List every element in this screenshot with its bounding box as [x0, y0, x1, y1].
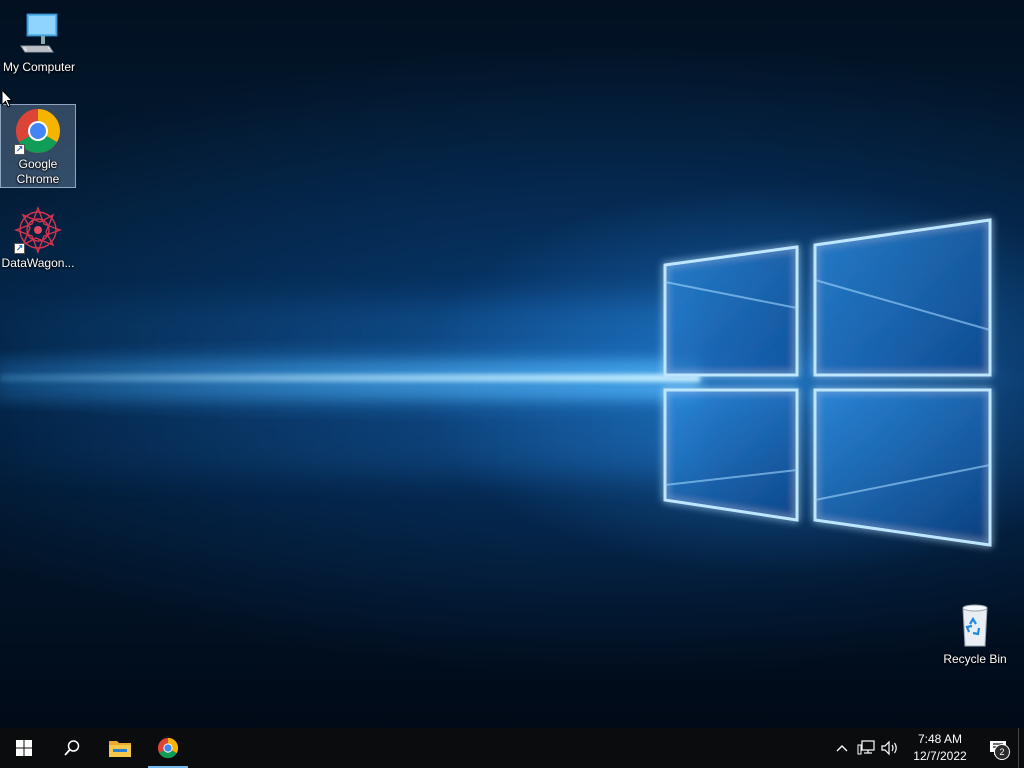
file-explorer-button[interactable] [96, 728, 144, 768]
notification-count-badge: 2 [994, 744, 1010, 760]
chrome-icon: ↗ [14, 107, 62, 155]
desktop-icon-label: My Computer [2, 60, 76, 74]
system-tray: 7:48 AM 12/7/2022 2 [830, 728, 1024, 768]
chevron-up-icon[interactable] [830, 728, 854, 768]
taskbar-clock[interactable]: 7:48 AM 12/7/2022 [902, 731, 978, 765]
desktop-icon-datawagon[interactable]: ↗ DataWagon... [0, 204, 76, 271]
datawagon-icon: ↗ [14, 206, 62, 254]
show-desktop-button[interactable] [1018, 728, 1024, 768]
clock-date: 12/7/2022 [913, 749, 967, 763]
desktop-wallpaper: My Computer ↗ Google Chrome ↗ DataWagon.… [0, 0, 1024, 728]
desktop-icon-label: Recycle Bin [943, 652, 1007, 666]
light-beam [0, 374, 700, 382]
desktop-icon-my-computer[interactable]: My Computer [1, 8, 77, 75]
search-icon [64, 740, 80, 756]
light-beam [0, 300, 700, 370]
desktop-icon-recycle-bin[interactable]: Recycle Bin [937, 600, 1013, 667]
start-button[interactable] [0, 728, 48, 768]
recycle-bin-icon [951, 602, 999, 650]
desktop-icon-label: DataWagon... [1, 256, 75, 270]
chrome-taskbar-button[interactable] [144, 728, 192, 768]
mouse-cursor-icon [1, 89, 13, 108]
shortcut-arrow-icon: ↗ [14, 144, 25, 155]
search-button[interactable] [48, 728, 96, 768]
volume-icon[interactable] [878, 728, 902, 768]
light-beam [0, 395, 700, 475]
shortcut-arrow-icon: ↗ [14, 243, 25, 254]
windows-logo-icon [16, 740, 32, 756]
desktop-icon-label: Google Chrome [16, 157, 60, 186]
taskbar: 7:48 AM 12/7/2022 2 [0, 728, 1024, 768]
folder-icon [109, 741, 131, 757]
network-icon[interactable] [854, 728, 878, 768]
chrome-icon [157, 737, 179, 759]
light-beam [0, 360, 700, 400]
computer-icon [15, 10, 63, 58]
clock-time: 7:48 AM [917, 732, 963, 746]
desktop-icon-google-chrome[interactable]: ↗ Google Chrome [0, 104, 76, 188]
action-center-button[interactable]: 2 [978, 728, 1018, 768]
windows-logo-wallpaper [663, 218, 992, 547]
